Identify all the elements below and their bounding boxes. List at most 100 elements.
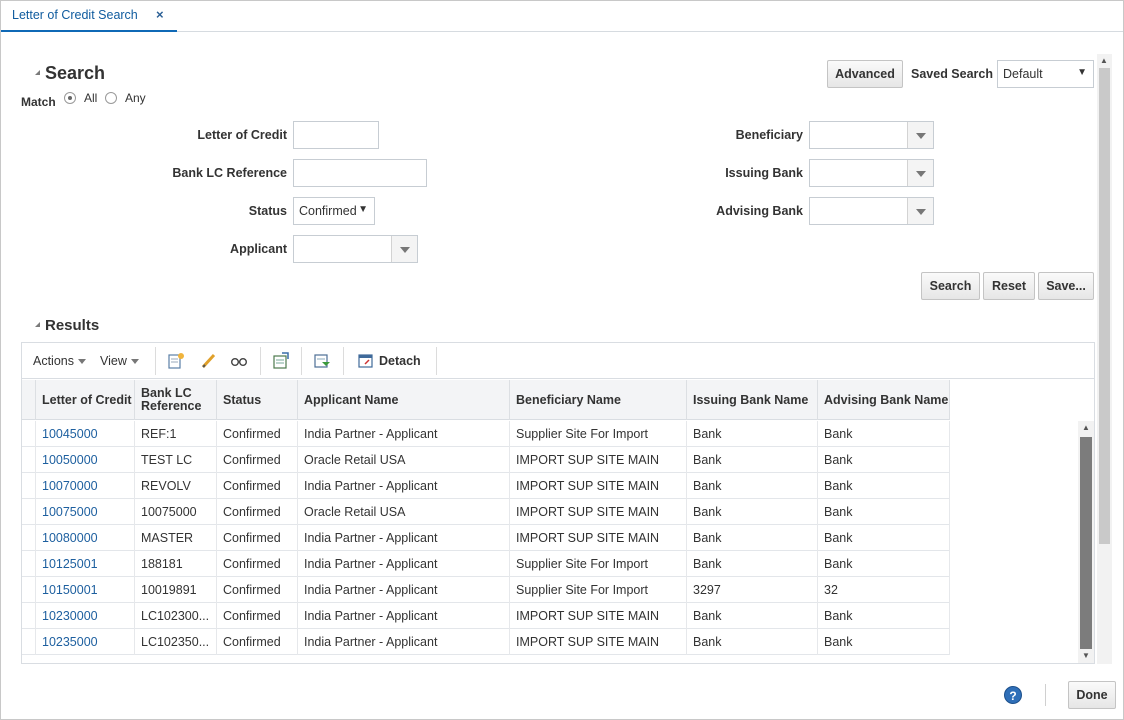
detach-icon[interactable] — [357, 352, 375, 370]
save-button-label: Save... — [1046, 279, 1086, 293]
results-scrollbar[interactable]: ▲ ▼ — [1078, 421, 1094, 663]
chevron-down-icon[interactable] — [907, 122, 933, 148]
bank-lc-reference-label: Bank LC Reference — [172, 166, 287, 180]
applicant-combo[interactable] — [293, 235, 418, 263]
advising-bank-name-cell: Bank — [818, 473, 950, 499]
view-icon[interactable] — [230, 352, 248, 370]
advanced-button[interactable]: Advanced — [827, 60, 903, 88]
table-row[interactable]: 10075000 10075000 Confirmed Oracle Retail U… — [22, 499, 950, 525]
row-header-stub[interactable] — [22, 499, 36, 525]
tab-letter-of-credit-search[interactable]: Letter of Credit Search × — [1, 1, 177, 32]
row-header-stub[interactable] — [22, 525, 36, 551]
scroll-thumb[interactable] — [1099, 68, 1110, 544]
toolbar-divider — [301, 347, 302, 375]
issuing-bank-name-cell: Bank — [687, 421, 818, 447]
table-row[interactable]: 10125001 188181 Confirmed India Partner - A… — [22, 551, 950, 577]
create-icon[interactable] — [167, 352, 185, 370]
issuing-bank-combo[interactable] — [809, 159, 934, 187]
column-header[interactable]: Bank LC Reference — [135, 380, 217, 420]
status-select[interactable]: Confirmed ▼ — [293, 197, 375, 225]
scroll-up-icon[interactable]: ▲ — [1100, 56, 1108, 65]
table-row[interactable]: 10150001 10019891 Confirmed India Partner -… — [22, 577, 950, 603]
row-header-stub[interactable] — [22, 551, 36, 577]
letter-of-credit-input[interactable] — [293, 121, 379, 149]
beneficiary-name-cell: IMPORT SUP SITE MAIN — [510, 629, 687, 655]
export-icon[interactable] — [272, 352, 290, 370]
table-row[interactable]: 10235000 LC102350... Confirmed India Partne… — [22, 629, 950, 655]
done-button[interactable]: Done — [1068, 681, 1116, 709]
view-menu[interactable]: View — [100, 354, 139, 368]
save-button[interactable]: Save... — [1038, 272, 1094, 300]
letter-of-credit-cell[interactable]: 10075000 — [36, 499, 135, 525]
letter-of-credit-cell[interactable]: 10230000 — [36, 603, 135, 629]
status-label: Status — [248, 204, 287, 218]
column-header[interactable]: Advising Bank Name — [818, 380, 950, 420]
letter-of-credit-cell[interactable]: 10125001 — [36, 551, 135, 577]
issuing-bank-name-cell: Bank — [687, 603, 818, 629]
beneficiary-combo[interactable] — [809, 121, 934, 149]
advising-bank-name-cell: Bank — [818, 551, 950, 577]
chevron-down-icon[interactable] — [907, 160, 933, 186]
row-header-stub[interactable] — [22, 421, 36, 447]
issuing-bank-name-cell: Bank — [687, 629, 818, 655]
applicant-name-cell: Oracle Retail USA — [298, 499, 510, 525]
letter-of-credit-cell[interactable]: 10070000 — [36, 473, 135, 499]
letter-of-credit-cell[interactable]: 10045000 — [36, 421, 135, 447]
table-row[interactable]: 10230000 LC102300... Confirmed India Partne… — [22, 603, 950, 629]
collapse-results-icon[interactable] — [31, 322, 40, 327]
advising-bank-name-cell: Bank — [818, 421, 950, 447]
close-icon[interactable]: × — [156, 7, 164, 22]
chevron-down-icon[interactable] — [391, 236, 417, 262]
apply-icon[interactable] — [313, 352, 331, 370]
table-row[interactable]: 10070000 REVOLV Confirmed India Partner - A… — [22, 473, 950, 499]
letter-of-credit-cell[interactable]: 10150001 — [36, 577, 135, 603]
row-header-stub[interactable] — [22, 473, 36, 499]
bank-lc-reference-input[interactable] — [293, 159, 427, 187]
table-row[interactable]: 10050000 TEST LC Confirmed Oracle Retail US… — [22, 447, 950, 473]
bank-lc-reference-cell: 10019891 — [135, 577, 217, 603]
results-table-body: 10045000 REF:1 Confirmed India Partner - Ap… — [22, 421, 1078, 655]
page-scrollbar[interactable]: ▲ — [1097, 54, 1112, 664]
scroll-thumb[interactable] — [1080, 437, 1092, 649]
beneficiary-name-cell: Supplier Site For Import — [510, 577, 687, 603]
letter-of-credit-cell[interactable]: 10080000 — [36, 525, 135, 551]
scroll-down-icon[interactable]: ▼ — [1082, 651, 1090, 660]
help-icon[interactable]: ? — [1004, 686, 1022, 704]
actions-menu[interactable]: Actions — [33, 354, 86, 368]
bank-lc-reference-cell: 188181 — [135, 551, 217, 577]
status-cell: Confirmed — [217, 421, 298, 447]
row-header-stub[interactable] — [22, 447, 36, 473]
actions-label: Actions — [33, 354, 74, 368]
search-title: Search — [45, 63, 106, 83]
edit-icon[interactable] — [200, 352, 218, 370]
issuing-bank-name-cell: Bank — [687, 525, 818, 551]
results-toolbar: Actions View Detach — [22, 343, 1094, 379]
match-any-radio[interactable] — [105, 92, 117, 104]
column-header[interactable]: Issuing Bank Name — [687, 380, 818, 420]
advising-bank-combo[interactable] — [809, 197, 934, 225]
column-header[interactable]: Beneficiary Name — [510, 380, 687, 420]
search-button[interactable]: Search — [921, 272, 980, 300]
reset-button[interactable]: Reset — [983, 272, 1035, 300]
column-header[interactable]: Letter of Credit — [36, 380, 135, 420]
row-header-stub — [22, 380, 36, 420]
collapse-search-icon[interactable] — [31, 70, 40, 75]
row-header-stub[interactable] — [22, 603, 36, 629]
advising-bank-name-cell: Bank — [818, 525, 950, 551]
applicant-name-cell: India Partner - Applicant — [298, 473, 510, 499]
chevron-down-icon[interactable] — [907, 198, 933, 224]
scroll-up-icon[interactable]: ▲ — [1082, 423, 1090, 432]
advising-bank-label: Advising Bank — [716, 204, 803, 218]
row-header-stub[interactable] — [22, 629, 36, 655]
saved-search-select[interactable]: Default ▼ — [997, 60, 1094, 88]
match-all-radio[interactable] — [64, 92, 76, 104]
column-header[interactable]: Status — [217, 380, 298, 420]
letter-of-credit-cell[interactable]: 10050000 — [36, 447, 135, 473]
letter-of-credit-cell[interactable]: 10235000 — [36, 629, 135, 655]
detach-button[interactable]: Detach — [379, 354, 421, 368]
row-header-stub[interactable] — [22, 577, 36, 603]
column-header[interactable]: Applicant Name — [298, 380, 510, 420]
table-row[interactable]: 10045000 REF:1 Confirmed India Partner - Ap… — [22, 421, 950, 447]
applicant-name-cell: India Partner - Applicant — [298, 603, 510, 629]
table-row[interactable]: 10080000 MASTER Confirmed India Partner - A… — [22, 525, 950, 551]
